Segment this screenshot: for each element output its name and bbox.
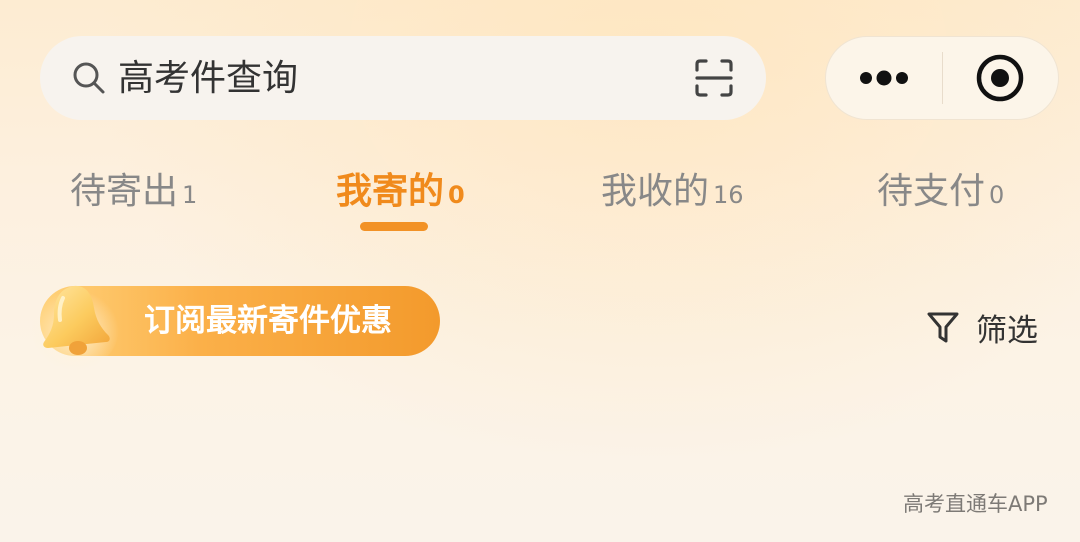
tab-pending-payment[interactable]: 待支付 0 (877, 162, 1004, 212)
bell-icon (31, 285, 119, 370)
tab-label: 我寄的 (336, 171, 445, 212)
search-bar[interactable] (40, 36, 766, 120)
active-tab-indicator (360, 222, 428, 231)
search-input[interactable] (118, 57, 694, 99)
tab-label: 待支付 (877, 171, 986, 212)
watermark: 高考直通车APP (903, 492, 1048, 516)
search-icon (73, 62, 105, 94)
more-dots-icon (859, 70, 908, 86)
filter-button[interactable]: 筛选 (926, 302, 1038, 352)
more-button[interactable] (826, 37, 942, 119)
tab-my-received[interactable]: 我收的 16 (601, 162, 744, 212)
tab-count: 16 (713, 181, 744, 209)
subscribe-label: 订阅最新寄件优惠 (144, 303, 392, 339)
tab-bar: 待寄出 1 我寄的 0 我收的 16 待支付 0 (0, 150, 1080, 240)
tab-pending-send[interactable]: 待寄出 1 (70, 162, 197, 212)
close-button[interactable] (942, 37, 1058, 119)
tab-count: 0 (448, 181, 465, 209)
scan-icon[interactable] (694, 58, 734, 98)
tab-my-sent[interactable]: 我寄的 0 (336, 162, 465, 212)
target-circle-icon (976, 54, 1024, 102)
tab-label: 待寄出 (70, 171, 179, 212)
miniprogram-capsule (825, 36, 1059, 120)
tab-label: 我收的 (601, 171, 710, 212)
tab-count: 1 (182, 181, 198, 209)
funnel-icon (927, 312, 959, 343)
tab-count: 0 (989, 181, 1005, 209)
filter-label: 筛选 (976, 312, 1038, 349)
